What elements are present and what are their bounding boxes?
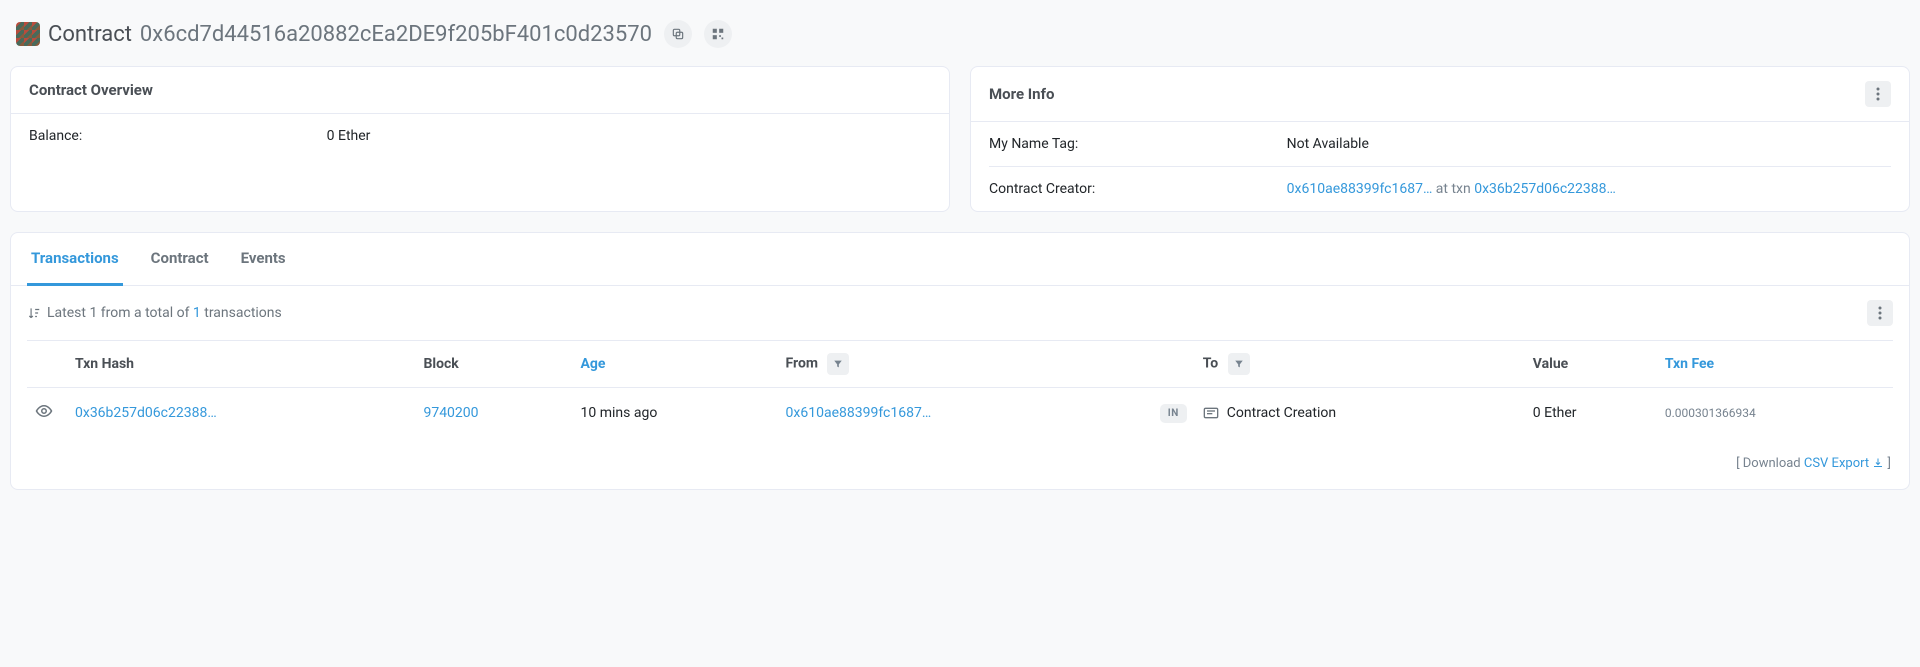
summary-text: Latest 1 from a total of 1 transactions — [47, 305, 282, 321]
tab-transactions[interactable]: Transactions — [27, 233, 123, 286]
block-link[interactable]: 9740200 — [423, 405, 478, 421]
transactions-card: Transactions Contract Events Latest 1 fr… — [10, 232, 1910, 490]
col-from: From — [778, 341, 1135, 388]
copy-address-button[interactable] — [664, 20, 692, 48]
card-title: More Info — [989, 85, 1054, 103]
col-fee[interactable]: Txn Fee — [1657, 341, 1893, 388]
from-address-link[interactable]: 0x610ae88399fc1687… — [786, 405, 932, 421]
balance-label: Balance: — [29, 128, 327, 144]
tx-fee: 0.000301366934 — [1657, 388, 1893, 439]
at-txn-text: at txn — [1432, 181, 1474, 197]
transactions-table: Txn Hash Block Age From To — [27, 340, 1893, 438]
creator-label: Contract Creator: — [989, 181, 1287, 197]
tx-hash-link[interactable]: 0x36b257d06c22388… — [75, 405, 217, 421]
creator-txn-link[interactable]: 0x36b257d06c22388… — [1474, 181, 1616, 197]
filter-from-button[interactable] — [827, 353, 849, 375]
tx-value: 0 Ether — [1525, 388, 1657, 439]
direction-badge: IN — [1160, 404, 1187, 423]
view-tx-icon[interactable] — [35, 402, 53, 420]
to-label: Contract Creation — [1227, 405, 1336, 421]
balance-value: 0 Ether — [327, 128, 931, 144]
tabs: Transactions Contract Events — [11, 233, 1909, 286]
filter-to-button[interactable] — [1228, 353, 1250, 375]
contract-icon — [1203, 407, 1219, 419]
page-header: Contract 0x6cd7d44516a20882cEa2DE9f205bF… — [10, 10, 1910, 66]
col-to: To — [1195, 341, 1525, 388]
col-block: Block — [415, 341, 572, 388]
page-title: Contract — [48, 22, 132, 47]
export-row: [ Download CSV Export ] — [11, 448, 1909, 489]
col-age[interactable]: Age — [573, 341, 778, 388]
sort-icon[interactable] — [27, 306, 41, 320]
card-title: Contract Overview — [11, 67, 949, 114]
csv-export-link[interactable]: CSV Export — [1804, 456, 1884, 471]
table-row: 0x36b257d06c22388… 9740200 10 mins ago 0… — [27, 388, 1893, 439]
creator-address-link[interactable]: 0x610ae88399fc1687… — [1287, 181, 1433, 197]
more-info-card: More Info My Name Tag: Not Available Con… — [970, 66, 1910, 212]
more-info-menu-button[interactable] — [1865, 81, 1891, 107]
col-value: Value — [1525, 341, 1657, 388]
contract-overview-card: Contract Overview Balance: 0 Ether — [10, 66, 950, 212]
col-txhash: Txn Hash — [67, 341, 415, 388]
tx-age: 10 mins ago — [573, 388, 778, 439]
tab-contract[interactable]: Contract — [147, 233, 213, 286]
nametag-value: Not Available — [1287, 136, 1891, 152]
qrcode-button[interactable] — [704, 20, 732, 48]
total-tx-link[interactable]: 1 — [193, 305, 201, 321]
contract-identicon — [16, 22, 40, 46]
contract-address: 0x6cd7d44516a20882cEa2DE9f205bF401c0d235… — [140, 22, 652, 47]
nametag-label: My Name Tag: — [989, 136, 1287, 152]
tab-events[interactable]: Events — [237, 233, 290, 286]
tx-card-menu-button[interactable] — [1867, 300, 1893, 326]
